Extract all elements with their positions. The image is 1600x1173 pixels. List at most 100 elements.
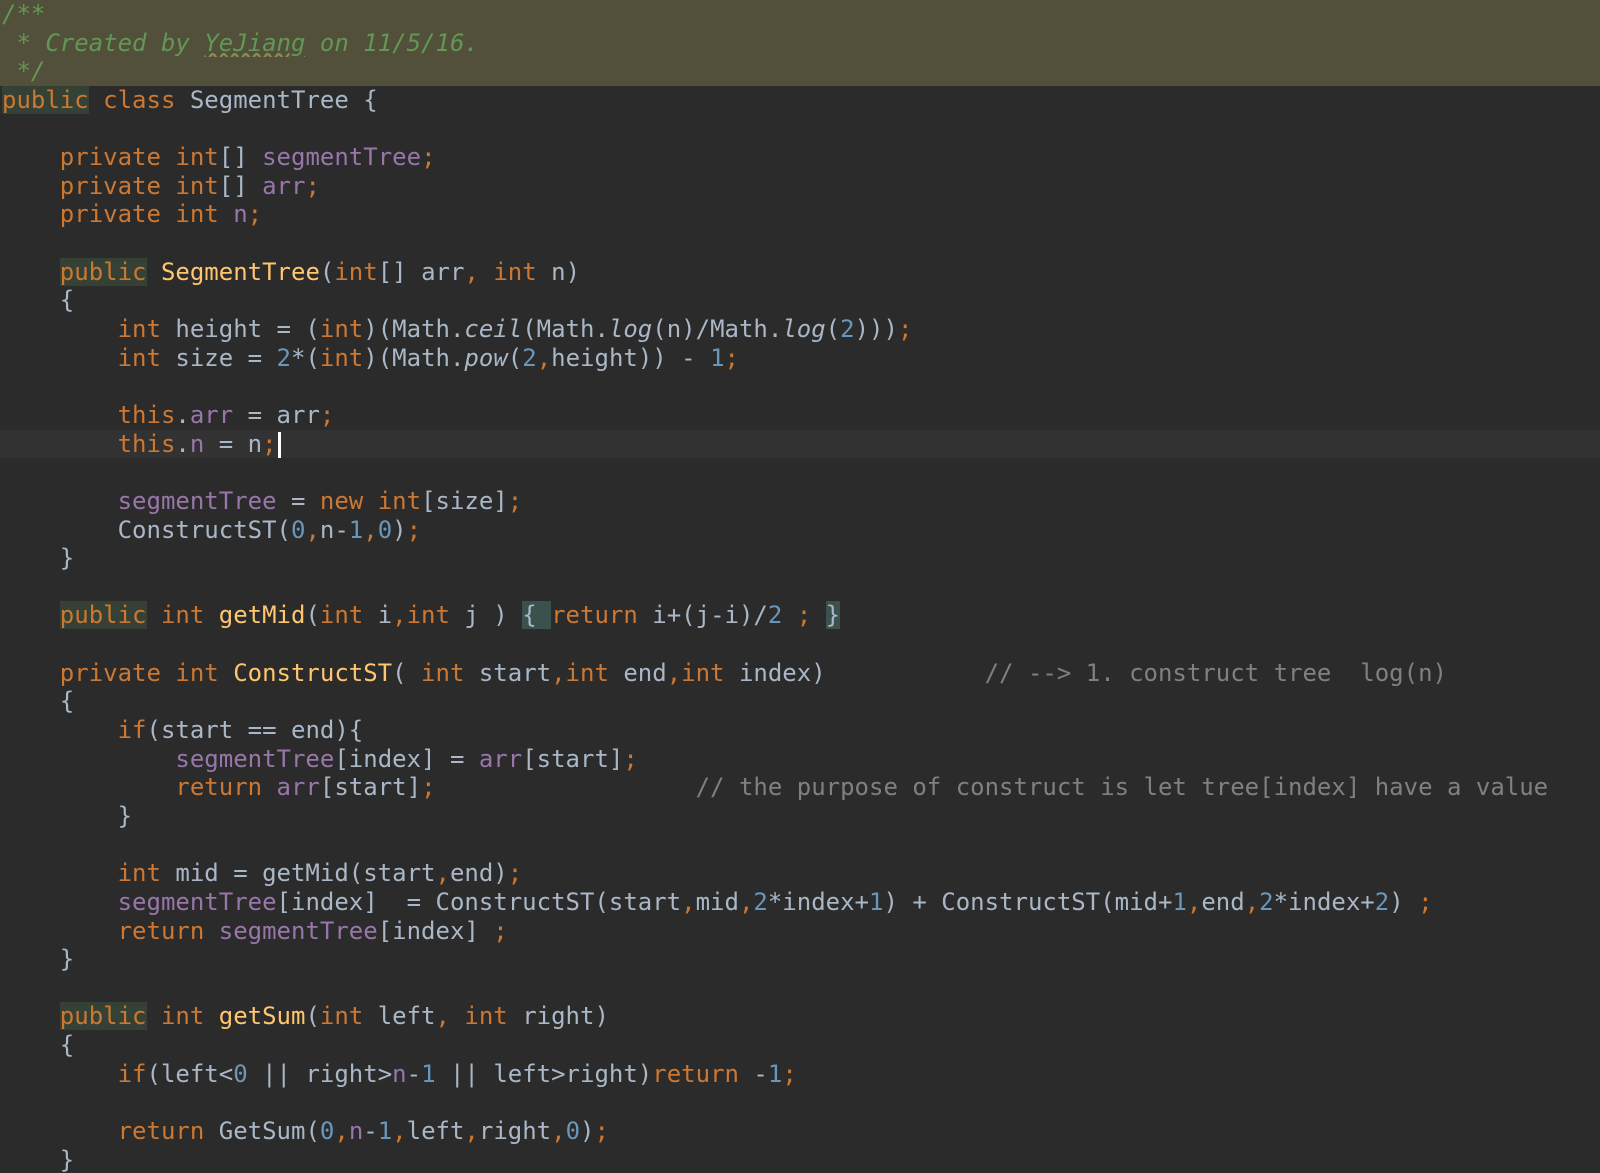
code-line-current[interactable]: this.n = n; [0, 429, 1600, 459]
code-line[interactable] [0, 974, 1600, 1003]
code-token: || left>right) [435, 1059, 653, 1088]
code-line[interactable]: } [0, 802, 1600, 831]
code-line[interactable]: /** [0, 0, 1600, 29]
code-token: int [175, 171, 219, 200]
code-line[interactable]: if(start == end){ [0, 716, 1600, 745]
code-token: height)) - [551, 343, 711, 372]
code-token: left [377, 1002, 436, 1031]
code-line[interactable]: { [0, 286, 1600, 315]
code-token: (left< [146, 1059, 234, 1088]
code-token: YeJiang [204, 28, 306, 57]
code-token: 2 [767, 601, 783, 630]
code-editor[interactable]: /** * Created by YeJiang on 11/5/16. */p… [0, 0, 1600, 1173]
code-token: int [319, 315, 364, 344]
code-line[interactable]: */ [0, 57, 1600, 86]
code-token: end [1201, 887, 1245, 916]
code-line[interactable] [0, 372, 1600, 401]
code-token: n [392, 1059, 407, 1088]
code-token: 2 [1374, 887, 1390, 916]
code-line[interactable]: public SegmentTree(int[] arr, int n) [0, 257, 1600, 287]
code-line[interactable]: * Created by YeJiang on 11/5/16. [0, 28, 1600, 58]
code-token: ConstructST( [2, 515, 291, 544]
code-token: n [233, 200, 248, 229]
code-token: n) [551, 257, 581, 286]
code-token: (n)/Math. [652, 315, 783, 344]
code-line[interactable]: private int[] segmentTree; [0, 143, 1600, 172]
code-token: private [2, 658, 176, 687]
code-token: segmentTree [262, 143, 422, 172]
code-line[interactable] [0, 458, 1600, 487]
code-token: ; [262, 429, 277, 458]
code-token: 2 [276, 343, 291, 372]
code-line[interactable]: int size = 2*(int)(Math.pow(2,height)) -… [0, 344, 1600, 373]
code-line[interactable]: return arr[start]; // the purpose of con… [0, 773, 1600, 802]
code-token: end) [449, 859, 508, 888]
code-token: if [117, 716, 147, 745]
code-line[interactable]: { [0, 1031, 1600, 1060]
code-line[interactable]: return segmentTree[index] ; [0, 917, 1600, 946]
code-token: 1 [421, 1059, 436, 1088]
code-token: ; [406, 515, 422, 544]
code-token: segmentTree [117, 486, 277, 515]
code-line[interactable]: if(left<0 || right>n-1 || left>right)ret… [0, 1060, 1600, 1089]
code-token: 2 [1259, 887, 1274, 916]
code-line[interactable]: segmentTree[index] = arr[start]; [0, 745, 1600, 774]
code-line[interactable] [0, 573, 1600, 602]
code-line[interactable]: this.arr = arr; [0, 401, 1600, 430]
code-token: public [2, 85, 89, 114]
code-line[interactable] [0, 1088, 1600, 1117]
code-token: ; [421, 773, 436, 802]
code-line[interactable]: return GetSum(0,n-1,left,right,0); [0, 1117, 1600, 1146]
code-token: , [435, 1002, 465, 1031]
code-token: ) [1389, 887, 1419, 916]
code-line[interactable]: { [0, 687, 1600, 716]
code-token: ; [421, 143, 436, 172]
code-token: } [825, 601, 841, 630]
code-token: ) + ConstructST(mid+ [883, 887, 1173, 916]
code-line[interactable] [0, 115, 1600, 144]
code-line[interactable]: } [0, 544, 1600, 573]
code-token: ( [305, 1002, 320, 1031]
code-line[interactable]: private int n; [0, 200, 1600, 229]
code-token: int [175, 200, 234, 229]
code-token: 0 [377, 515, 393, 544]
code-line[interactable]: } [0, 1146, 1600, 1173]
code-token: 0 [565, 1116, 581, 1145]
code-token: return [117, 1116, 219, 1145]
code-token: int [334, 257, 378, 286]
code-token: [] [218, 171, 263, 200]
code-line[interactable] [0, 831, 1600, 860]
code-token: , [392, 1116, 407, 1145]
code-token: , [1186, 887, 1202, 916]
code-lines[interactable]: /** * Created by YeJiang on 11/5/16. */p… [0, 0, 1600, 1173]
code-token: right) [522, 1002, 609, 1031]
code-line[interactable]: ConstructST(0,n-1,0); [0, 516, 1600, 545]
code-token: size = [175, 343, 277, 372]
code-line[interactable] [0, 229, 1600, 258]
code-token: getMid [218, 601, 306, 630]
code-token: ( [392, 658, 422, 687]
code-token: = n [204, 429, 263, 458]
code-line[interactable]: public int getMid(int i,int j ) { return… [0, 601, 1600, 630]
code-token: j ) [464, 601, 523, 630]
code-line[interactable]: } [0, 945, 1600, 974]
code-line[interactable] [0, 630, 1600, 659]
code-line[interactable]: segmentTree = new int[size]; [0, 487, 1600, 516]
code-line[interactable]: public class SegmentTree { [0, 85, 1600, 115]
code-line[interactable]: public int getSum(int left, int right) [0, 1002, 1600, 1031]
code-line[interactable]: segmentTree[index] = ConstructST(start,m… [0, 888, 1600, 917]
code-line[interactable]: int height = (int)(Math.ceil(Math.log(n)… [0, 315, 1600, 344]
code-line[interactable]: int mid = getMid(start,end); [0, 859, 1600, 888]
code-token: start [478, 658, 552, 687]
code-line[interactable]: private int ConstructST( int start,int e… [0, 659, 1600, 688]
code-line[interactable]: private int[] arr; [0, 172, 1600, 201]
code-token: int [421, 658, 479, 687]
code-token: right [478, 1116, 552, 1145]
